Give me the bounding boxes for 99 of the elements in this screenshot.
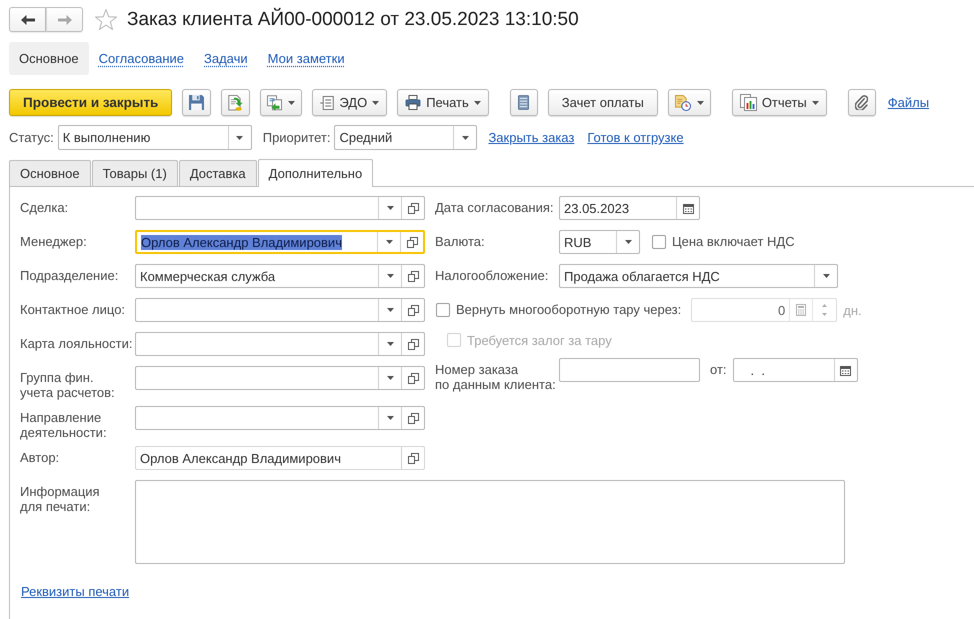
dropdown-field[interactable] xyxy=(135,366,425,390)
text-field[interactable] xyxy=(559,358,700,382)
caret-icon xyxy=(822,274,830,278)
documents-menu-button[interactable] xyxy=(260,89,302,116)
section-tab[interactable]: Основное xyxy=(9,42,89,75)
list-icon xyxy=(518,95,530,110)
dropdown-field[interactable] xyxy=(135,332,425,356)
calculator-icon xyxy=(796,304,806,316)
field-label: Карта лояльности: xyxy=(20,336,134,351)
checkbox-label[interactable]: Цена включает НДС xyxy=(672,234,795,249)
overlapping-squares-icon xyxy=(406,236,418,248)
overlapping-squares-icon xyxy=(408,452,418,464)
overlapping-squares-icon xyxy=(408,372,418,384)
dropdown-field[interactable]: Продажа облагается НДС xyxy=(559,264,838,288)
star-icon[interactable] xyxy=(95,9,117,30)
files-link[interactable]: Файлы xyxy=(888,95,930,110)
field-label: Приоритет: xyxy=(262,130,330,145)
printer-icon xyxy=(405,95,422,110)
calendar-icon xyxy=(682,202,694,214)
form-tab[interactable]: Основное xyxy=(9,160,91,186)
caret-icon xyxy=(386,416,394,420)
date-field[interactable]: . . xyxy=(732,358,858,382)
caret-icon xyxy=(372,100,380,104)
field-label: Дата согласования: xyxy=(435,200,555,215)
field-label: Менеджер: xyxy=(20,234,88,249)
caret-icon xyxy=(386,376,394,380)
caret-icon xyxy=(386,240,392,244)
field-label: Статус: xyxy=(9,130,54,145)
field-label: Подразделение: xyxy=(20,268,120,283)
overlapping-squares-icon xyxy=(408,338,418,350)
action-link[interactable]: Готов к отгрузке xyxy=(587,130,684,145)
overlapping-squares-icon xyxy=(408,270,418,282)
field-label: Валюта: xyxy=(435,234,486,249)
caret-icon xyxy=(812,100,819,104)
field-label: Налогообложение: xyxy=(435,268,550,283)
field-label: Автор: xyxy=(20,450,60,465)
overlapping-squares-icon xyxy=(408,412,418,424)
dropdown-field[interactable]: Средний xyxy=(334,125,478,150)
form-tab[interactable]: Доставка xyxy=(178,160,257,186)
field-label: Направление деятельности: xyxy=(20,410,108,440)
overlapping-squares-icon xyxy=(408,304,418,316)
caret-icon xyxy=(386,274,394,278)
left-arrow-icon xyxy=(20,14,34,24)
field-label: Группа фин. учета расчетов: xyxy=(20,370,116,400)
document-lines-icon xyxy=(320,96,334,110)
field-label: Информация для печати: xyxy=(20,484,101,514)
section-tab[interactable]: Задачи xyxy=(194,42,258,75)
dropdown-field[interactable] xyxy=(135,298,425,322)
paperclip-icon xyxy=(855,95,868,110)
overlapping-squares-icon xyxy=(408,202,418,214)
window-title: Заказ клиента АЙ00-000012 от 23.05.2023 13:10:50 xyxy=(127,7,579,32)
dropdown-field[interactable]: К выполнению xyxy=(58,125,252,150)
documents-arrow-icon xyxy=(267,94,282,110)
payment-offset-button[interactable]: Зачет оплаты xyxy=(548,89,658,116)
caret-icon xyxy=(624,240,632,244)
document-arrow-icon xyxy=(228,94,244,110)
print-button[interactable]: Печать xyxy=(397,89,489,116)
form-tab[interactable]: Дополнительно xyxy=(258,159,374,187)
post-and-close-button[interactable]: Провести и закрыть xyxy=(9,89,172,116)
checkbox[interactable] xyxy=(652,235,666,249)
caret-icon xyxy=(386,308,394,312)
reports-button[interactable]: Отчеты xyxy=(732,89,827,116)
up-caret-icon xyxy=(822,304,828,308)
calendar-icon xyxy=(840,364,852,376)
field-label: Номер заказа по данным клиента: xyxy=(435,362,557,392)
document-clock-icon xyxy=(674,94,691,110)
attach-button[interactable] xyxy=(848,89,876,116)
caret-icon xyxy=(474,100,481,104)
bar-chart-document-icon xyxy=(740,94,757,111)
reference-field[interactable]: Орлов Александр Владимирович xyxy=(135,446,425,470)
caret-icon xyxy=(386,206,394,210)
down-caret-icon xyxy=(822,312,828,316)
document-arrow-button[interactable] xyxy=(221,89,250,116)
caret-icon xyxy=(386,342,394,346)
dropdown-field[interactable] xyxy=(135,196,425,220)
section-tab[interactable]: Мои заметки xyxy=(258,42,355,75)
dropdown-field[interactable]: RUB xyxy=(559,230,640,254)
caret-icon xyxy=(236,136,244,140)
caret-icon xyxy=(462,136,469,140)
edo-button[interactable]: ЭДО xyxy=(312,89,388,116)
caret-icon xyxy=(288,100,296,104)
unit-label: дн. xyxy=(843,303,862,318)
action-link[interactable]: Закрыть заказ xyxy=(488,130,574,145)
field-label: от: xyxy=(710,362,727,377)
right-arrow-icon xyxy=(58,14,72,24)
document-clock-menu-button[interactable] xyxy=(668,89,711,116)
form-tab[interactable]: Товары (1) xyxy=(92,160,178,186)
print-details-link[interactable]: Реквизиты печати xyxy=(21,584,130,599)
field-label: Сделка: xyxy=(20,200,70,215)
dropdown-field[interactable]: Коммерческая служба xyxy=(135,264,425,288)
field-label: Контактное лицо: xyxy=(20,302,126,317)
caret-icon xyxy=(696,100,704,104)
dropdown-field[interactable] xyxy=(135,406,425,430)
section-tab[interactable]: Согласование xyxy=(88,42,194,75)
list-button[interactable] xyxy=(510,89,538,116)
dropdown-field[interactable]: Орлов Александр Владимирович xyxy=(135,230,425,254)
back-button[interactable] xyxy=(9,7,46,32)
save-button[interactable] xyxy=(182,89,212,116)
date-field[interactable]: 23.05.2023 xyxy=(559,196,700,220)
